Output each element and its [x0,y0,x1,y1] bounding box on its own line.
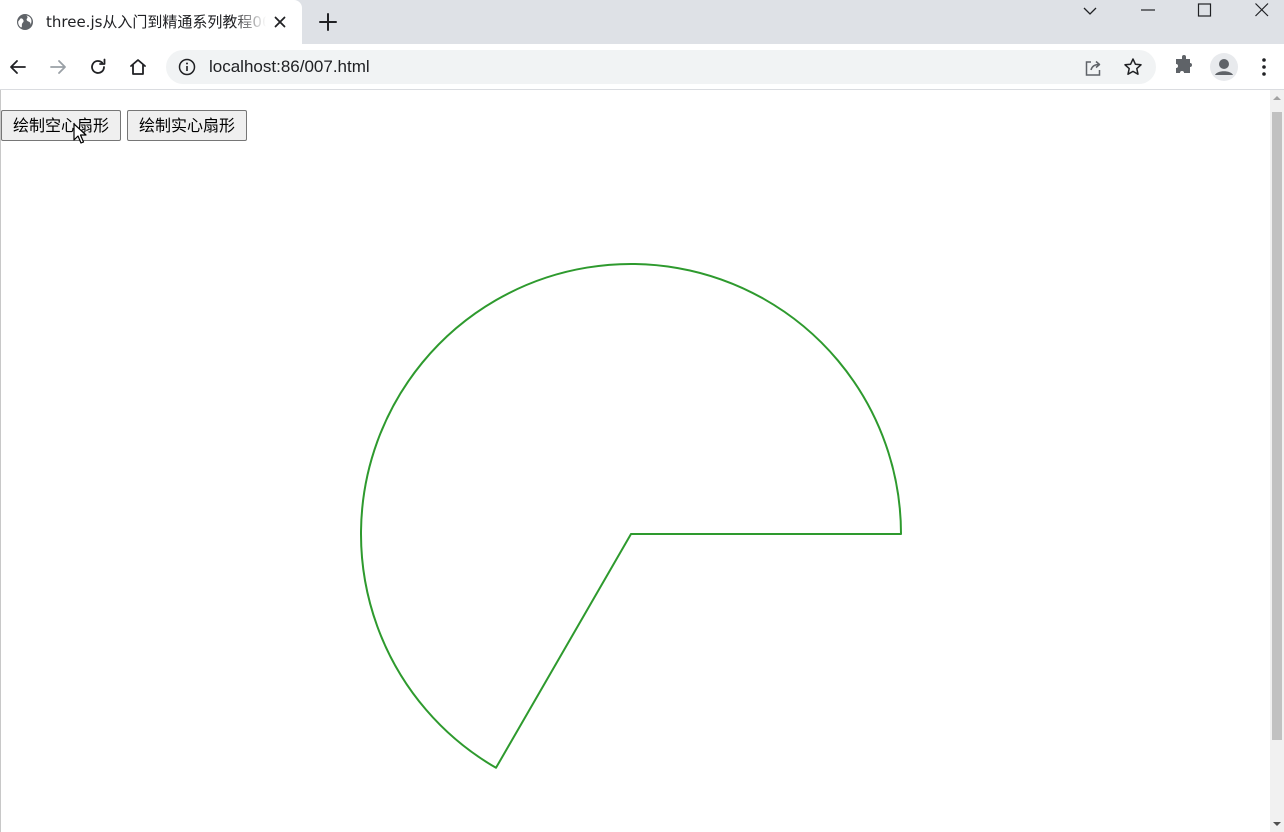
tab-search-icon[interactable] [1070,0,1110,22]
new-tab-button[interactable] [316,10,340,34]
scroll-thumb[interactable] [1272,112,1282,740]
back-icon[interactable] [5,54,31,80]
vertical-scrollbar[interactable] [1270,90,1284,832]
maximize-icon[interactable] [1185,0,1225,22]
url-input[interactable] [209,57,809,77]
profile-avatar-icon[interactable] [1210,53,1238,81]
browser-toolbar [0,44,1284,90]
scroll-down-arrow-icon[interactable] [1270,816,1284,832]
window-close-icon[interactable] [1242,0,1282,22]
draw-solid-sector-button[interactable]: 绘制实心扇形 [127,110,247,141]
extensions-icon[interactable] [1172,54,1196,78]
browser-window: three.js从入门到精通系列教程007 localhost:86/007.h… [0,0,1284,832]
home-icon[interactable] [125,54,151,80]
bookmark-star-icon[interactable] [1123,57,1143,77]
hollow-sector-outline [360,262,902,769]
tab-active[interactable]: three.js从入门到精通系列教程007 [0,0,302,44]
globe-icon [16,13,34,31]
forward-icon[interactable] [45,54,71,80]
minimize-icon[interactable] [1128,0,1168,22]
tab-title: three.js从入门到精通系列教程007 [46,13,266,31]
tab-strip: three.js从入门到精通系列教程007 [0,0,1284,44]
share-icon[interactable] [1083,58,1103,78]
scroll-up-arrow-icon[interactable] [1270,90,1284,106]
close-icon[interactable] [271,13,289,31]
threejs-canvas[interactable] [1,90,1270,832]
address-bar[interactable] [166,50,1156,84]
info-icon[interactable] [178,58,196,76]
draw-hollow-sector-button[interactable]: 绘制空心扇形 [1,110,121,141]
reload-icon[interactable] [85,54,111,80]
page-viewport: 绘制空心扇形 绘制实心扇形 [0,90,1270,832]
kebab-menu-icon[interactable] [1254,54,1274,80]
